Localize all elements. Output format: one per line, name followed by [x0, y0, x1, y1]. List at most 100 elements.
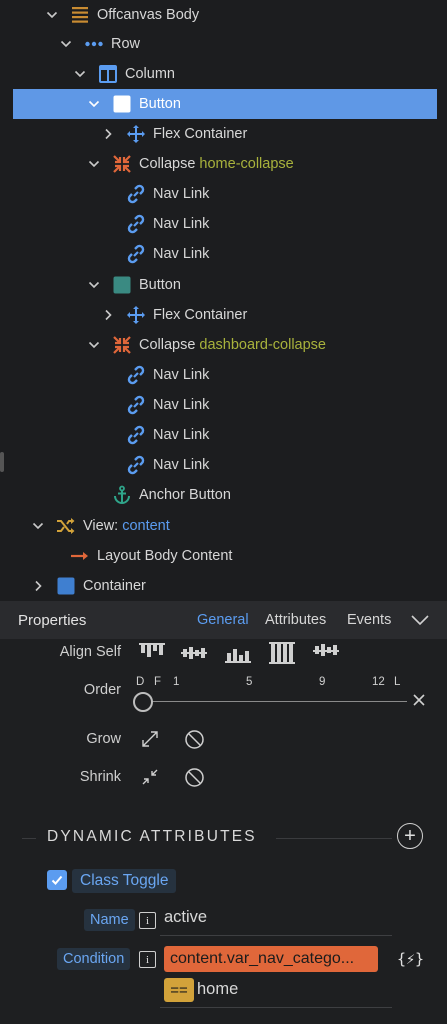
tab-general[interactable]: General — [197, 612, 249, 628]
tree-node-nav-link[interactable]: Nav Link — [0, 239, 447, 269]
link-icon — [126, 184, 146, 204]
tree-node-nav-link[interactable]: Nav Link — [0, 390, 447, 420]
align-self-stretch-button[interactable] — [267, 641, 297, 665]
name-input[interactable]: active — [164, 908, 207, 927]
align-self-label: Align Self — [59, 644, 121, 660]
clear-order-icon[interactable] — [411, 692, 427, 708]
tree-node-label: Flex Container — [153, 307, 248, 323]
tree-node-nav-link[interactable]: Nav Link — [0, 179, 447, 209]
compare-value[interactable]: home — [197, 980, 238, 999]
tree-node-label: Nav Link — [153, 367, 210, 383]
align-self-center-button[interactable] — [179, 641, 209, 665]
order-slider-handle[interactable] — [133, 692, 153, 712]
shrink-icon[interactable] — [140, 767, 160, 787]
tree-node-nav-link[interactable]: Nav Link — [0, 420, 447, 450]
chevron-down-icon[interactable] — [31, 519, 45, 533]
tree-node-label: Collapse — [139, 337, 196, 353]
tree-node-layout-body-content[interactable]: Layout Body Content — [0, 541, 447, 571]
tree-node-view[interactable]: View: content — [0, 511, 447, 541]
tree-node-flex-container[interactable]: Flex Container — [0, 119, 447, 149]
condition-expression-pill[interactable]: content.var_nav_catego... — [164, 946, 378, 972]
chevron-down-icon[interactable] — [45, 8, 59, 22]
tab-attributes[interactable]: Attributes — [265, 612, 326, 628]
tree-node-collapse[interactable]: Collapse dashboard-collapse — [0, 330, 447, 360]
chevron-down-icon[interactable] — [87, 97, 101, 111]
plus-icon: + — [404, 825, 416, 847]
class-toggle-checkbox[interactable] — [47, 870, 67, 890]
order-tick: F — [154, 676, 162, 688]
button-icon — [112, 94, 132, 114]
align-start-icon — [139, 643, 165, 657]
order-tick: L — [394, 676, 401, 688]
tree-node-button[interactable]: Button — [13, 89, 437, 119]
tree-node-label: Flex Container — [153, 126, 248, 142]
tree-node-label: Container — [83, 578, 146, 594]
align-self-start-button[interactable] — [137, 641, 167, 665]
operator-pill[interactable]: == — [164, 978, 194, 1002]
chevron-down-icon[interactable] — [73, 67, 87, 81]
class-toggle-label[interactable]: Class Toggle — [72, 869, 177, 893]
align-self-end-button[interactable] — [223, 641, 253, 665]
order-tick: 9 — [319, 676, 326, 688]
tree-node-nav-link[interactable]: Nav Link — [0, 209, 447, 239]
tree-node-button[interactable]: Button — [0, 270, 447, 300]
tree-node-flex-container[interactable]: Flex Container — [0, 300, 447, 330]
structure-tree: Offcanvas Body Row Column Button Flex Contai… — [0, 0, 447, 601]
no-shrink-icon[interactable] — [184, 767, 205, 788]
order-tick: 1 — [173, 676, 180, 688]
button-icon — [112, 275, 132, 295]
info-icon[interactable]: i — [139, 912, 156, 929]
tree-node-nav-link[interactable]: Nav Link — [0, 450, 447, 480]
no-grow-icon[interactable] — [184, 729, 205, 750]
align-center-icon — [181, 647, 207, 659]
lightning-brackets-icon: {⚡} — [397, 950, 425, 968]
order-tick: 5 — [246, 676, 253, 688]
tree-node-collapse[interactable]: Collapse home-collapse — [0, 149, 447, 179]
tree-node-label: Button — [139, 277, 181, 293]
order-slider-track[interactable] — [142, 701, 407, 702]
tree-node-offcanvas-body[interactable]: Offcanvas Body — [0, 0, 447, 30]
align-end-icon — [225, 649, 251, 663]
dynamic-data-button[interactable]: {⚡} — [397, 950, 424, 968]
chevron-right-icon[interactable] — [101, 127, 115, 141]
tree-node-label: Offcanvas Body — [97, 7, 200, 23]
tree-node-text: View: content — [83, 518, 170, 534]
add-dynamic-attribute-button[interactable]: + — [397, 823, 423, 849]
dynamic-attributes-title: DYNAMIC ATTRIBUTES — [47, 828, 257, 845]
chevron-down-icon[interactable] — [87, 157, 101, 171]
chevron-down-icon[interactable] — [59, 37, 73, 51]
tree-node-label: Nav Link — [153, 246, 210, 262]
checkmark-icon — [51, 875, 63, 885]
link-icon — [126, 425, 146, 445]
properties-title: Properties — [18, 611, 87, 629]
chevron-right-icon[interactable] — [101, 308, 115, 322]
info-icon[interactable]: i — [139, 951, 156, 968]
anchor-icon — [112, 485, 132, 505]
tree-node-anchor-button[interactable]: Anchor Button — [0, 480, 447, 510]
chevron-right-icon[interactable] — [31, 579, 45, 593]
grow-label: Grow — [86, 731, 121, 747]
flex-container-icon — [126, 124, 146, 144]
grow-icon[interactable] — [140, 729, 160, 749]
tree-node-suffix: home-collapse — [199, 156, 294, 172]
chevron-down-icon[interactable] — [410, 613, 430, 631]
row-icon — [84, 34, 104, 54]
order-tick: D — [136, 676, 145, 688]
align-self-baseline-button[interactable] — [311, 641, 341, 665]
tree-node-column[interactable]: Column — [0, 59, 447, 89]
link-icon — [126, 214, 146, 234]
collapse-icon — [112, 335, 132, 355]
tree-node-container[interactable]: Container — [0, 571, 447, 601]
tree-node-suffix: content — [122, 518, 170, 534]
chevron-down-icon[interactable] — [87, 338, 101, 352]
tab-events[interactable]: Events — [347, 612, 391, 628]
link-icon — [126, 365, 146, 385]
section-divider — [22, 838, 36, 839]
chevron-down-icon[interactable] — [87, 278, 101, 292]
link-icon — [126, 455, 146, 475]
tree-node-label: Nav Link — [153, 216, 210, 232]
tree-node-nav-link[interactable]: Nav Link — [0, 360, 447, 390]
link-icon — [126, 244, 146, 264]
view-icon — [56, 516, 76, 536]
tree-node-row[interactable]: Row — [0, 29, 447, 59]
